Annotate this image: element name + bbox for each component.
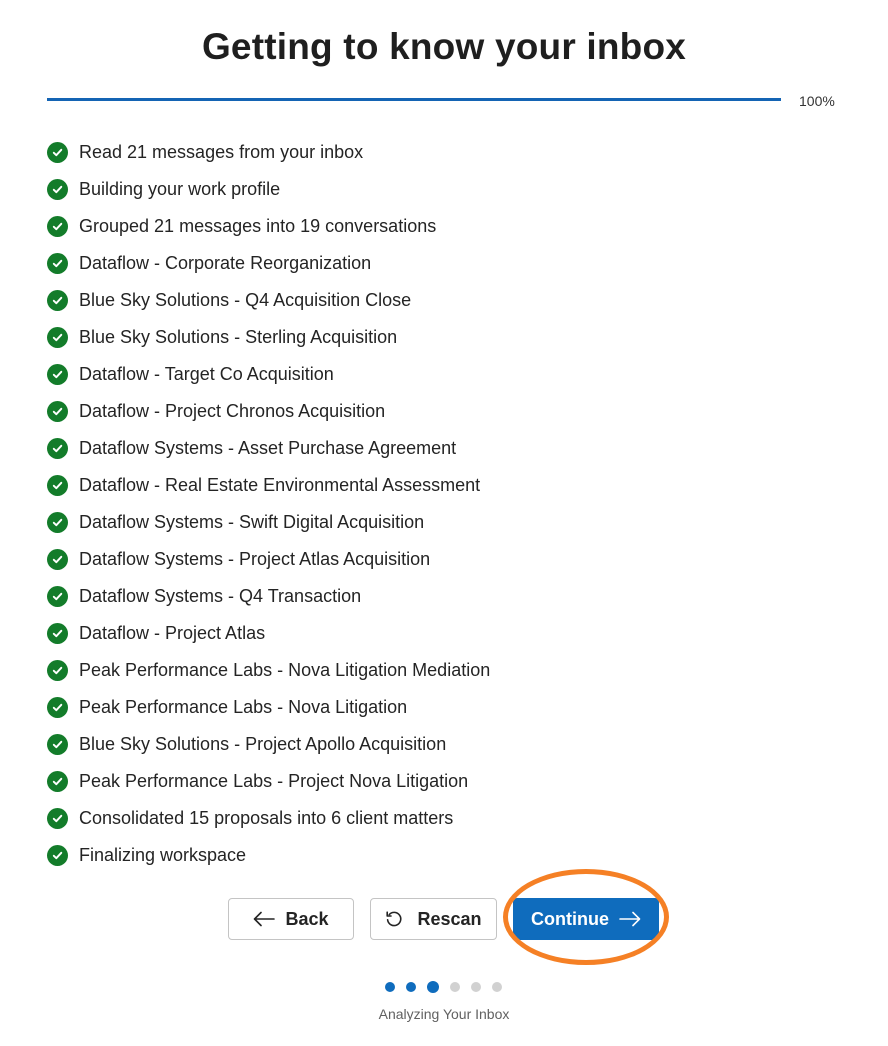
- rescan-button-label: Rescan: [417, 908, 482, 929]
- step-label: Blue Sky Solutions - Project Apollo Acqu…: [79, 734, 447, 754]
- step-item: Read 21 messages from your inbox: [47, 134, 490, 171]
- step-label: Dataflow Systems - Q4 Transaction: [79, 586, 362, 606]
- step-label: Consolidated 15 proposals into 6 client …: [79, 808, 454, 828]
- arrow-left-icon: [253, 911, 276, 927]
- steps-list: Read 21 messages from your inbox Building…: [47, 134, 490, 874]
- step-item: Dataflow Systems - Project Atlas Acquisi…: [47, 541, 490, 578]
- progress-bar: [47, 98, 781, 101]
- step-item: Blue Sky Solutions - Sterling Acquisitio…: [47, 319, 490, 356]
- check-circle-icon: [47, 142, 68, 163]
- step-item: Peak Performance Labs - Project Nova Lit…: [47, 763, 490, 800]
- continue-button[interactable]: Continue: [513, 898, 659, 940]
- step-label: Grouped 21 messages into 19 conversation…: [79, 216, 437, 236]
- check-circle-icon: [47, 771, 68, 792]
- step-label: Read 21 messages from your inbox: [79, 142, 364, 162]
- arrow-right-icon: [619, 911, 641, 927]
- check-circle-icon: [47, 697, 68, 718]
- check-circle-icon: [47, 475, 68, 496]
- step-label: Dataflow Systems - Project Atlas Acquisi…: [79, 549, 431, 569]
- step-item: Dataflow - Real Estate Environmental Ass…: [47, 467, 490, 504]
- step-label: Dataflow - Real Estate Environmental Ass…: [79, 475, 481, 495]
- check-circle-icon: [47, 512, 68, 533]
- check-circle-icon: [47, 660, 68, 681]
- check-circle-icon: [47, 845, 68, 866]
- step-label: Dataflow - Corporate Reorganization: [79, 253, 372, 273]
- step-indicator: [385, 981, 502, 993]
- step-dot: [492, 982, 502, 992]
- check-circle-icon: [47, 549, 68, 570]
- progress-bar-fill: [47, 98, 781, 101]
- step-item: Dataflow - Target Co Acquisition: [47, 356, 490, 393]
- step-item: Blue Sky Solutions - Q4 Acquisition Clos…: [47, 282, 490, 319]
- step-caption: Analyzing Your Inbox: [378, 1006, 510, 1022]
- step-item: Dataflow - Corporate Reorganization: [47, 245, 490, 282]
- step-item: Blue Sky Solutions - Project Apollo Acqu…: [47, 726, 490, 763]
- step-dot: [406, 982, 416, 992]
- step-label: Blue Sky Solutions - Sterling Acquisitio…: [79, 327, 398, 347]
- step-dot: [471, 982, 481, 992]
- step-label: Dataflow Systems - Swift Digital Acquisi…: [79, 512, 425, 532]
- step-item: Dataflow Systems - Swift Digital Acquisi…: [47, 504, 490, 541]
- check-circle-icon: [47, 290, 68, 311]
- step-dot-current: [427, 981, 439, 993]
- step-item: Building your work profile: [47, 171, 490, 208]
- step-label: Peak Performance Labs - Nova Litigation: [79, 697, 408, 717]
- back-button[interactable]: Back: [228, 898, 354, 940]
- check-circle-icon: [47, 808, 68, 829]
- step-label: Peak Performance Labs - Nova Litigation …: [79, 660, 491, 680]
- check-circle-icon: [47, 401, 68, 422]
- check-circle-icon: [47, 253, 68, 274]
- step-label: Dataflow - Project Atlas: [79, 623, 266, 643]
- check-circle-icon: [47, 327, 68, 348]
- step-label: Dataflow Systems - Asset Purchase Agreem…: [79, 438, 457, 458]
- step-label: Dataflow - Project Chronos Acquisition: [79, 401, 386, 421]
- step-item: Finalizing workspace: [47, 837, 490, 874]
- check-circle-icon: [47, 586, 68, 607]
- step-label: Building your work profile: [79, 179, 281, 199]
- step-label: Dataflow - Target Co Acquisition: [79, 364, 334, 384]
- check-circle-icon: [47, 734, 68, 755]
- step-label: Finalizing workspace: [79, 845, 247, 865]
- step-item: Dataflow Systems - Asset Purchase Agreem…: [47, 430, 490, 467]
- check-circle-icon: [47, 216, 68, 237]
- page-title: Getting to know your inbox: [201, 26, 687, 67]
- step-item: Grouped 21 messages into 19 conversation…: [47, 208, 490, 245]
- step-item: Dataflow - Project Atlas: [47, 615, 490, 652]
- step-item: Peak Performance Labs - Nova Litigation: [47, 689, 490, 726]
- step-item: Dataflow - Project Chronos Acquisition: [47, 393, 490, 430]
- step-item: Dataflow Systems - Q4 Transaction: [47, 578, 490, 615]
- step-label: Blue Sky Solutions - Q4 Acquisition Clos…: [79, 290, 412, 310]
- step-item: Consolidated 15 proposals into 6 client …: [47, 800, 490, 837]
- check-circle-icon: [47, 364, 68, 385]
- step-item: Peak Performance Labs - Nova Litigation …: [47, 652, 490, 689]
- rescan-icon: [385, 910, 403, 928]
- check-circle-icon: [47, 623, 68, 644]
- check-circle-icon: [47, 179, 68, 200]
- step-dot: [450, 982, 460, 992]
- back-button-label: Back: [285, 908, 329, 929]
- step-label: Peak Performance Labs - Project Nova Lit…: [79, 771, 469, 791]
- check-circle-icon: [47, 438, 68, 459]
- rescan-button[interactable]: Rescan: [370, 898, 497, 940]
- step-dot: [385, 982, 395, 992]
- continue-button-label: Continue: [531, 908, 609, 929]
- progress-percent: 100%: [799, 93, 835, 109]
